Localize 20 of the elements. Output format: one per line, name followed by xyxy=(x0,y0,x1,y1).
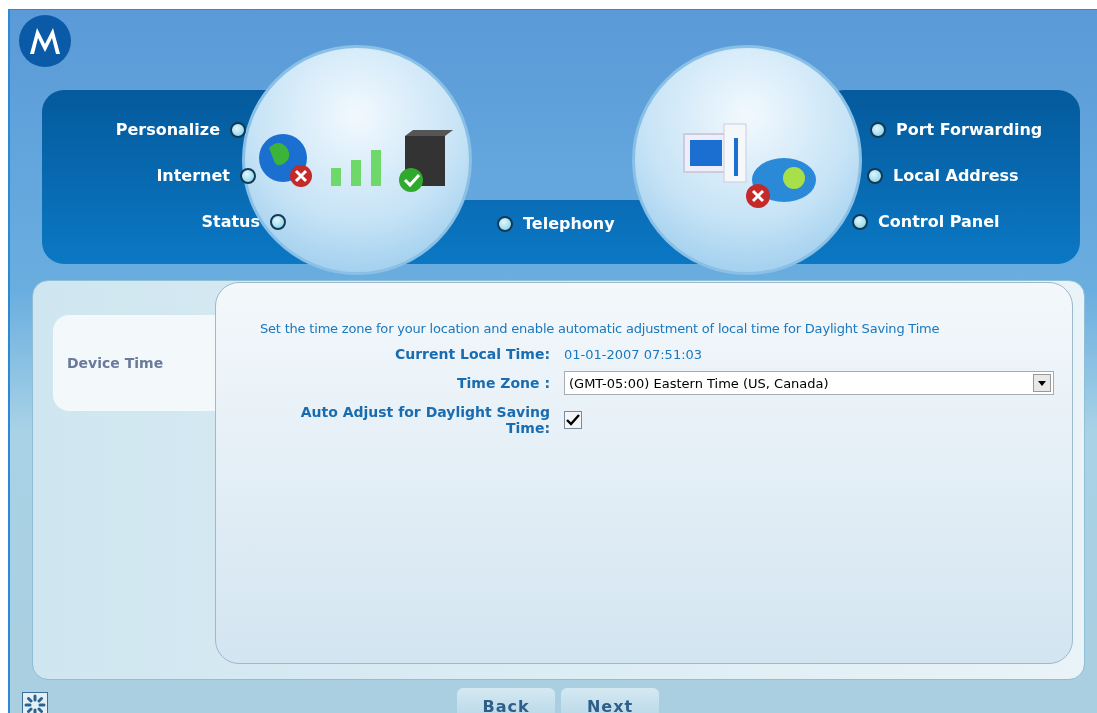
nav-link[interactable]: Personalize xyxy=(115,120,246,139)
nav-link[interactable]: Telephony xyxy=(497,214,615,233)
nav-button[interactable]: Back xyxy=(457,688,555,713)
nav-link[interactable]: Local Address xyxy=(867,166,1043,185)
checkbox[interactable] xyxy=(564,411,582,429)
nav-link[interactable]: Port Forwarding xyxy=(870,120,1043,139)
field-label: Auto Adjust for Daylight Saving Time: xyxy=(300,404,550,436)
loading-icon xyxy=(22,692,48,713)
nav-link[interactable]: Internet xyxy=(156,166,256,185)
nav-link[interactable]: Control Panel xyxy=(852,212,1043,231)
sidebar-tab[interactable]: Device Time xyxy=(53,315,215,411)
intro-text: Set the time zone for your location and enable automatic adjustment of local time for Daylight Saving Time xyxy=(260,321,941,336)
field-label: Current Local Time: xyxy=(393,346,550,362)
logo-icon xyxy=(18,14,72,68)
caret-icon xyxy=(1038,380,1046,386)
field-label: Time Zone : xyxy=(456,375,550,391)
nav-button[interactable]: Next xyxy=(561,688,659,713)
time-zone-dropdown[interactable]: (GMT-05:00) Eastern Time (US, Canada) xyxy=(564,371,1054,395)
nav-link[interactable]: Status xyxy=(201,212,286,231)
current-time-value: 01-01-2007 07:51:03 xyxy=(564,346,704,362)
